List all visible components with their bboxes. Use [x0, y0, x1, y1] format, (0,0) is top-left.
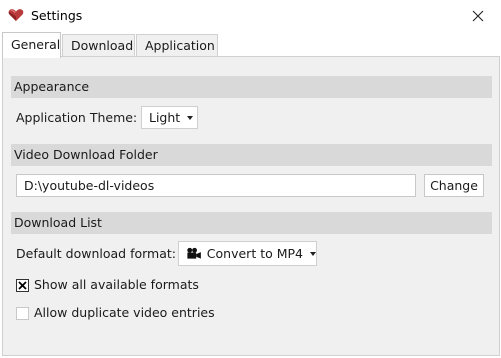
close-button[interactable] — [455, 0, 501, 32]
chevron-down-icon — [187, 115, 194, 120]
tab-download[interactable]: Download — [62, 34, 135, 57]
check-x-icon — [18, 280, 27, 290]
theme-select[interactable]: Light — [141, 106, 198, 129]
download-list-header: Download List — [11, 212, 492, 234]
theme-value: Light — [149, 110, 181, 125]
tab-application[interactable]: Application — [136, 34, 218, 57]
video-camera-icon — [187, 247, 201, 259]
heart-logo-icon — [8, 9, 24, 21]
allow-duplicates-checkbox[interactable] — [16, 306, 29, 320]
show-all-formats-option[interactable]: Show all available formats — [16, 277, 199, 293]
format-value: Convert to MP4 — [206, 246, 303, 261]
format-label: Default download format: — [16, 246, 176, 261]
format-select[interactable]: Convert to MP4 — [178, 241, 317, 266]
allow-duplicates-option[interactable]: Allow duplicate video entries — [16, 305, 215, 321]
appearance-header: Appearance — [11, 76, 492, 98]
tab-bar: General Download Application — [0, 32, 501, 58]
theme-label: Application Theme: — [16, 110, 138, 125]
change-folder-button[interactable]: Change — [424, 174, 484, 197]
allow-duplicates-label: Allow duplicate video entries — [34, 305, 215, 320]
settings-window: Settings General Download Application Ap… — [0, 0, 501, 358]
show-all-formats-label: Show all available formats — [34, 277, 199, 292]
download-folder-input[interactable] — [16, 174, 416, 197]
general-panel: Appearance Application Theme: Light Vide… — [2, 56, 500, 356]
title-bar[interactable]: Settings — [0, 0, 501, 32]
window-title: Settings — [31, 8, 83, 23]
close-icon — [472, 10, 484, 22]
chevron-down-icon — [310, 251, 316, 256]
tab-general[interactable]: General — [2, 32, 61, 58]
download-folder-header: Video Download Folder — [11, 144, 492, 166]
show-all-formats-checkbox[interactable] — [16, 278, 29, 292]
